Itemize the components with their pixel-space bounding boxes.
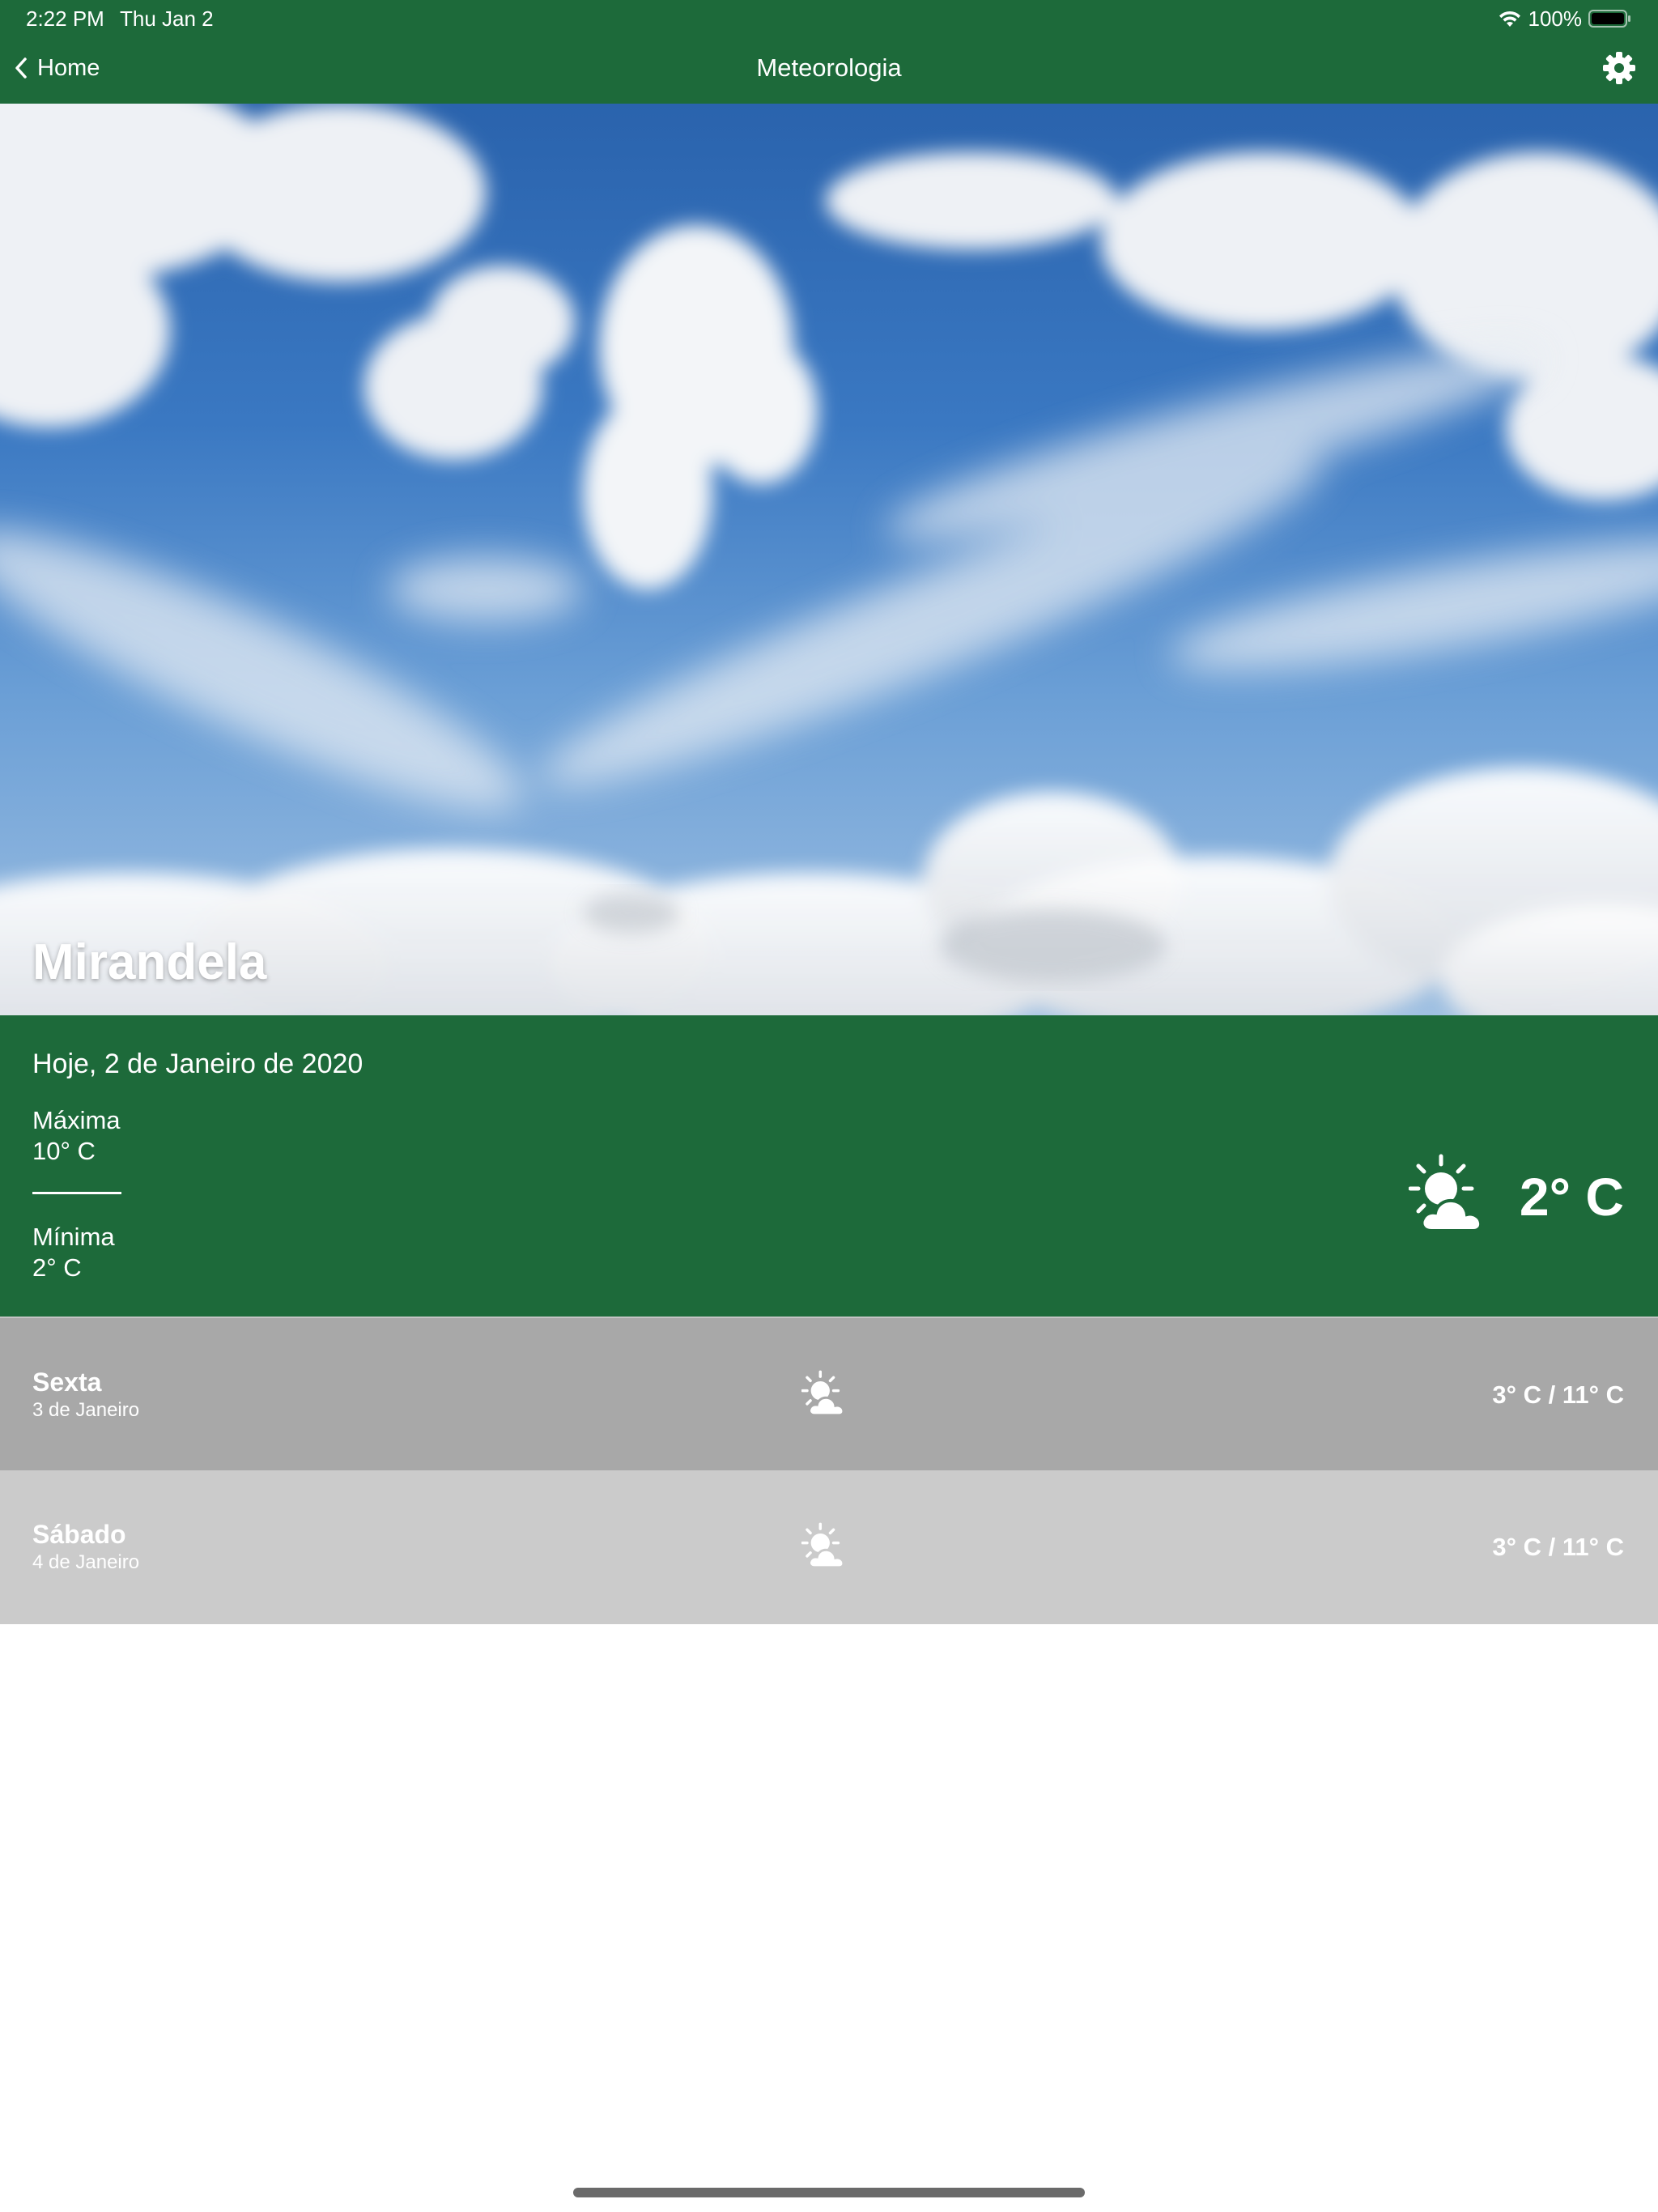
gear-icon [1603,52,1635,84]
divider [32,1192,121,1194]
top-bar: 2:22 PM Thu Jan 2 100% Home Meteorologia [0,0,1658,104]
settings-button[interactable] [1601,50,1637,86]
min-temp-value: 2° C [32,1253,82,1282]
hero-sky-image: Mirandela [0,104,1658,1015]
city-name: Mirandela [32,934,267,990]
forecast-date: 4 de Janeiro [32,1551,140,1573]
battery-icon [1588,10,1630,28]
partly-cloudy-icon [801,1370,853,1422]
status-indicators: 100% [1498,6,1633,31]
forecast-row[interactable]: Sexta 3 de Janeiro 3° C / 11° C [0,1317,1658,1470]
partly-cloudy-icon [1409,1153,1498,1242]
status-bar: 2:22 PM Thu Jan 2 100% [0,0,1658,39]
wifi-icon [1499,11,1520,27]
status-date: Thu Jan 2 [120,6,214,31]
partly-cloudy-icon [801,1522,853,1574]
status-time: 2:22 PM [26,6,104,31]
forecast-day: Sexta [32,1368,102,1397]
home-indicator[interactable] [573,2188,1085,2197]
cloud-illustration [0,104,1658,1015]
current-temperature: 2° C [1519,1167,1624,1227]
forecast-row[interactable]: Sábado 4 de Janeiro 3° C / 11° C [0,1470,1658,1624]
navigation-bar: Home Meteorologia [0,39,1658,104]
forecast-date: 3 de Janeiro [32,1399,140,1421]
min-temp-label: Mínima [32,1223,115,1251]
max-temp-value: 10° C [32,1137,96,1165]
page-title: Meteorologia [756,53,902,82]
battery-percentage: 100% [1528,6,1583,31]
forecast-day: Sábado [32,1520,126,1549]
today-date: Hoje, 2 de Janeiro de 2020 [32,1049,363,1079]
max-temp-label: Máxima [32,1106,121,1134]
today-panel: Hoje, 2 de Janeiro de 2020 Máxima 10° C … [0,1015,1658,1317]
forecast-temperature-range: 3° C / 11° C [1492,1533,1624,1561]
forecast-temperature-range: 3° C / 11° C [1492,1380,1624,1409]
